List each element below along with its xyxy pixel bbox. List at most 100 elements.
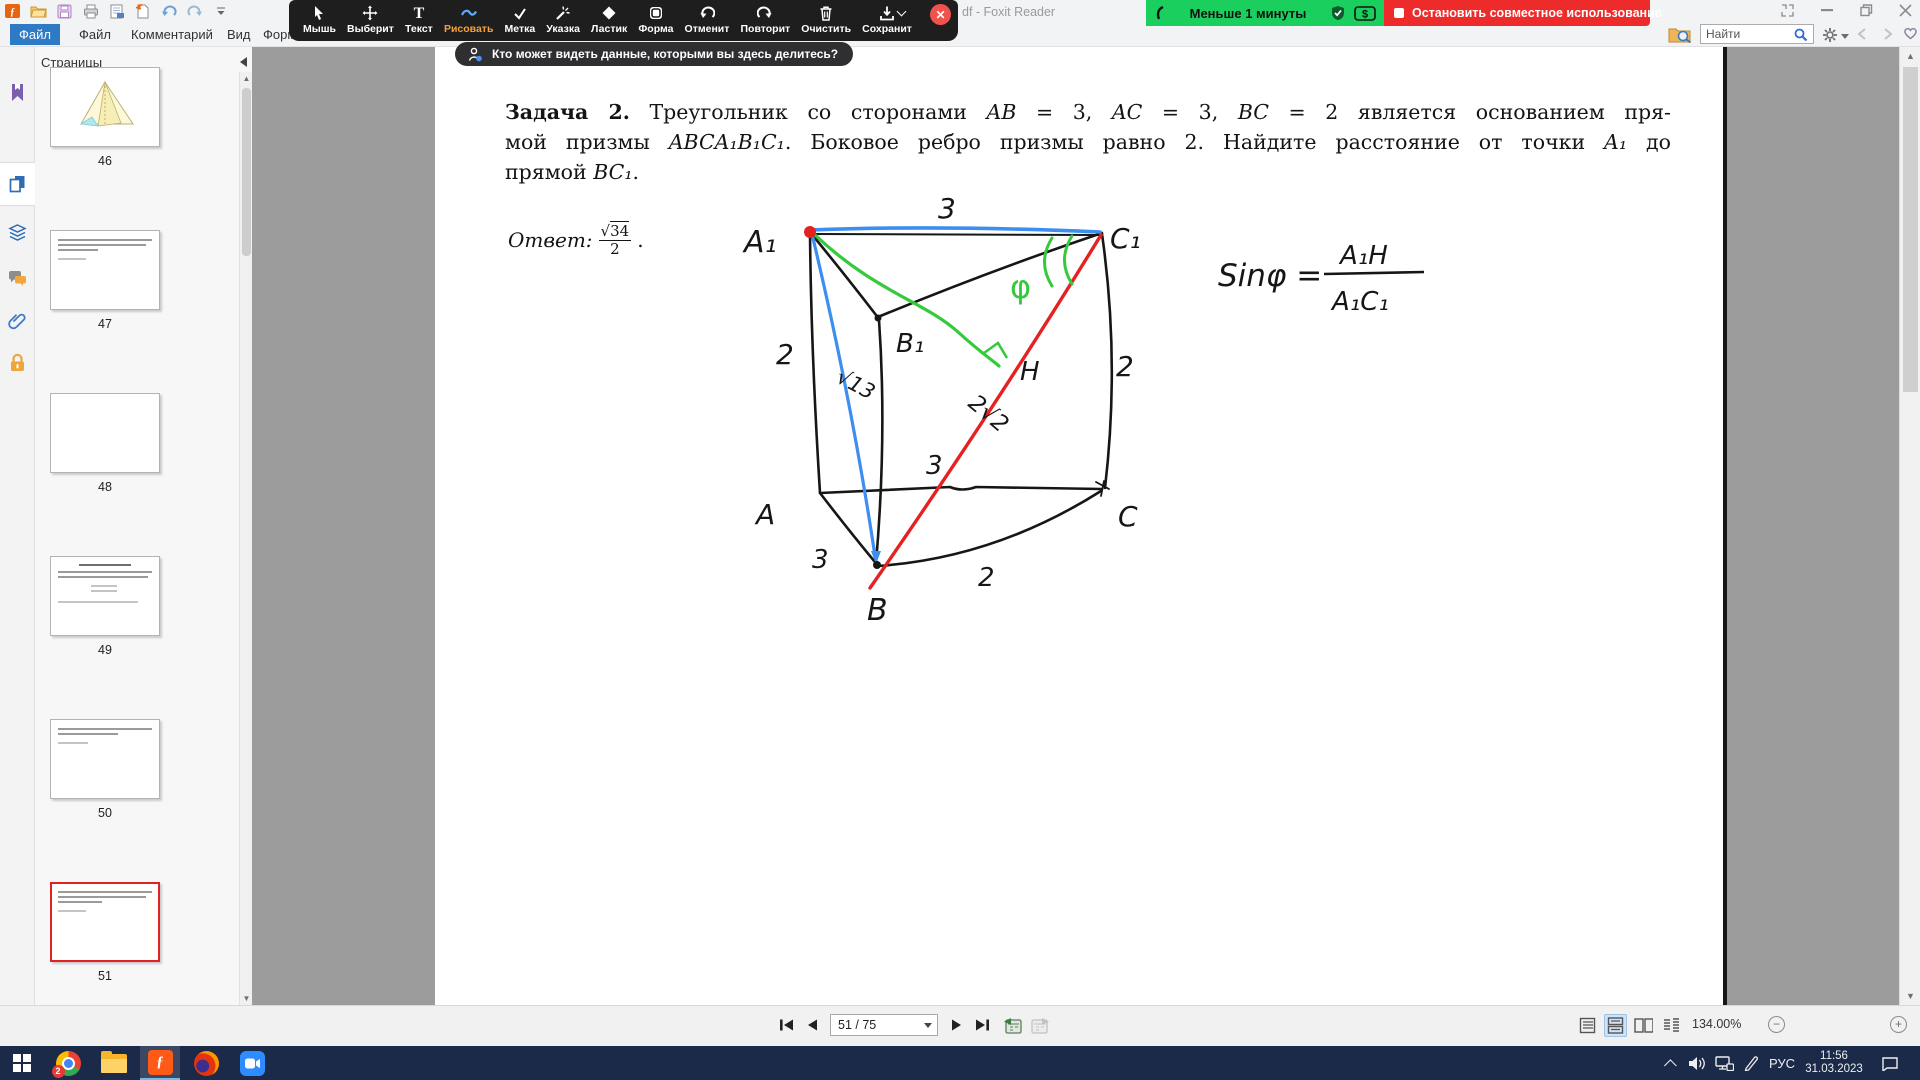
- language-indicator[interactable]: РУС: [1764, 1046, 1800, 1080]
- bookmarks-icon[interactable]: [7, 82, 28, 103]
- menu-file[interactable]: Файл: [70, 24, 120, 45]
- scroll-down-icon[interactable]: ▼: [1900, 991, 1920, 1001]
- close-annotation-toolbar-button[interactable]: ✕: [930, 4, 951, 25]
- print-icon[interactable]: [82, 3, 99, 20]
- tool-save[interactable]: Сохранит: [862, 5, 912, 35]
- close-button[interactable]: [1899, 4, 1912, 17]
- save-icon: [879, 5, 907, 22]
- tool-clear[interactable]: Очистить: [801, 5, 851, 35]
- continuous-facing-view-button[interactable]: [1660, 1014, 1683, 1037]
- page-number-label[interactable]: 46: [50, 154, 160, 168]
- menu-file-backstage[interactable]: Файл: [10, 24, 60, 45]
- page-number-label[interactable]: 50: [50, 806, 160, 820]
- page-thumbnail-48[interactable]: [50, 393, 160, 473]
- zoom-level[interactable]: 134.00%: [1692, 1017, 1741, 1031]
- tool-select[interactable]: Выберит: [347, 5, 394, 35]
- taskbar-file-explorer[interactable]: [94, 1046, 134, 1080]
- tool-shape[interactable]: Форма: [638, 5, 673, 35]
- tool-text[interactable]: T Текст: [405, 5, 433, 35]
- scrollbar-thumb[interactable]: [242, 88, 251, 256]
- tool-mouse[interactable]: Мышь: [303, 5, 336, 35]
- scroll-up-icon[interactable]: ▲: [242, 74, 251, 83]
- page-thumbnail-51-current[interactable]: [50, 882, 160, 962]
- previous-view-button[interactable]: [1002, 1015, 1022, 1035]
- continuous-view-button[interactable]: [1604, 1014, 1627, 1037]
- thumb-text-line: [58, 896, 146, 898]
- redo-icon[interactable]: [186, 3, 203, 20]
- gear-caret-icon[interactable]: [1841, 34, 1849, 39]
- zoom-in-button[interactable]: +: [1890, 1016, 1907, 1033]
- next-arrow-icon[interactable]: [1882, 27, 1894, 41]
- next-view-button[interactable]: [1030, 1015, 1050, 1035]
- taskbar-foxit-active[interactable]: ƒ: [140, 1046, 180, 1080]
- page-caret-icon[interactable]: [924, 1023, 932, 1028]
- tray-chevron-up-icon[interactable]: [1662, 1046, 1682, 1080]
- new-document-icon[interactable]: [134, 3, 151, 20]
- previous-page-button[interactable]: [802, 1015, 822, 1035]
- page-thumbnail-46[interactable]: [50, 67, 160, 147]
- page-number-label[interactable]: 48: [50, 480, 160, 494]
- pages-panel-icon[interactable]: [7, 173, 28, 194]
- scrollbar-thumb[interactable]: [1903, 67, 1918, 392]
- label-vertex-a1: A₁: [742, 225, 777, 260]
- search-icon[interactable]: [1794, 28, 1808, 42]
- tool-redo[interactable]: Повторит: [740, 5, 790, 35]
- segment-a1c1-blue: [808, 226, 1102, 234]
- network-icon[interactable]: [1712, 1046, 1736, 1080]
- scroll-down-icon[interactable]: ▼: [242, 994, 251, 1003]
- next-page-button[interactable]: [946, 1015, 966, 1035]
- tool-stamp[interactable]: Метка: [505, 5, 535, 35]
- email-icon[interactable]: [108, 3, 125, 20]
- zoom-out-button[interactable]: −: [1768, 1016, 1785, 1033]
- open-file-icon[interactable]: [30, 3, 47, 20]
- tool-draw[interactable]: Рисовать: [444, 5, 493, 35]
- search-folder-icon[interactable]: [1668, 25, 1692, 43]
- scroll-up-icon[interactable]: ▲: [1900, 51, 1920, 61]
- shield-check-icon[interactable]: [1330, 5, 1346, 21]
- heart-icon[interactable]: [1903, 26, 1918, 40]
- customize-caret-icon[interactable]: [212, 3, 229, 20]
- notification-center-icon[interactable]: [1876, 1046, 1904, 1080]
- single-page-view-button[interactable]: [1576, 1014, 1599, 1037]
- attachments-icon[interactable]: [7, 311, 28, 332]
- comments-icon[interactable]: [7, 268, 28, 289]
- security-lock-icon[interactable]: [7, 352, 28, 373]
- facing-view-button[interactable]: [1632, 1014, 1655, 1037]
- minimize-button[interactable]: [1820, 4, 1834, 17]
- last-page-button[interactable]: [972, 1015, 992, 1035]
- page-number-label[interactable]: 51: [50, 969, 160, 983]
- clock[interactable]: 11:56 31.03.2023: [1800, 1046, 1868, 1080]
- menu-comment[interactable]: Комментарий: [122, 24, 222, 45]
- tool-spotlight[interactable]: Указка: [546, 5, 580, 35]
- page-number-label[interactable]: 49: [50, 643, 160, 657]
- prev-arrow-icon[interactable]: [1856, 27, 1868, 41]
- page-number-label[interactable]: 47: [50, 317, 160, 331]
- page-thumbnail-50[interactable]: [50, 719, 160, 799]
- dollar-icon[interactable]: $: [1354, 5, 1376, 21]
- tool-undo[interactable]: Отменит: [685, 5, 729, 35]
- page-number-box[interactable]: 51 / 75: [830, 1014, 938, 1036]
- restore-button[interactable]: [1860, 4, 1873, 17]
- page-thumbnail-49[interactable]: [50, 556, 160, 636]
- taskbar-firefox[interactable]: [186, 1046, 226, 1080]
- gear-icon[interactable]: [1822, 27, 1838, 43]
- layout-grid-icon[interactable]: [1781, 4, 1794, 17]
- pen-icon[interactable]: [1740, 1046, 1762, 1080]
- collapse-panel-icon[interactable]: [240, 57, 247, 67]
- start-button[interactable]: [2, 1046, 42, 1080]
- foxit-app-icon[interactable]: ƒ: [4, 3, 21, 20]
- undo-icon[interactable]: [160, 3, 177, 20]
- document-scrollbar[interactable]: ▲ ▼: [1899, 47, 1920, 1005]
- speaker-icon[interactable]: [1686, 1046, 1708, 1080]
- taskbar-zoom[interactable]: [232, 1046, 272, 1080]
- page-thumbnail-47[interactable]: [50, 230, 160, 310]
- tool-eraser[interactable]: Ластик: [591, 5, 627, 35]
- stop-share-button[interactable]: Остановить совместное использование: [1384, 0, 1662, 26]
- taskbar-chrome[interactable]: 2: [48, 1046, 88, 1080]
- save-icon[interactable]: [56, 3, 73, 20]
- layers-icon[interactable]: [7, 223, 28, 244]
- timer-icon: [1154, 5, 1166, 21]
- first-page-button[interactable]: [776, 1015, 796, 1035]
- save-caret-icon[interactable]: [896, 6, 907, 16]
- thumbnails-scrollbar[interactable]: ▲ ▼: [239, 72, 252, 1005]
